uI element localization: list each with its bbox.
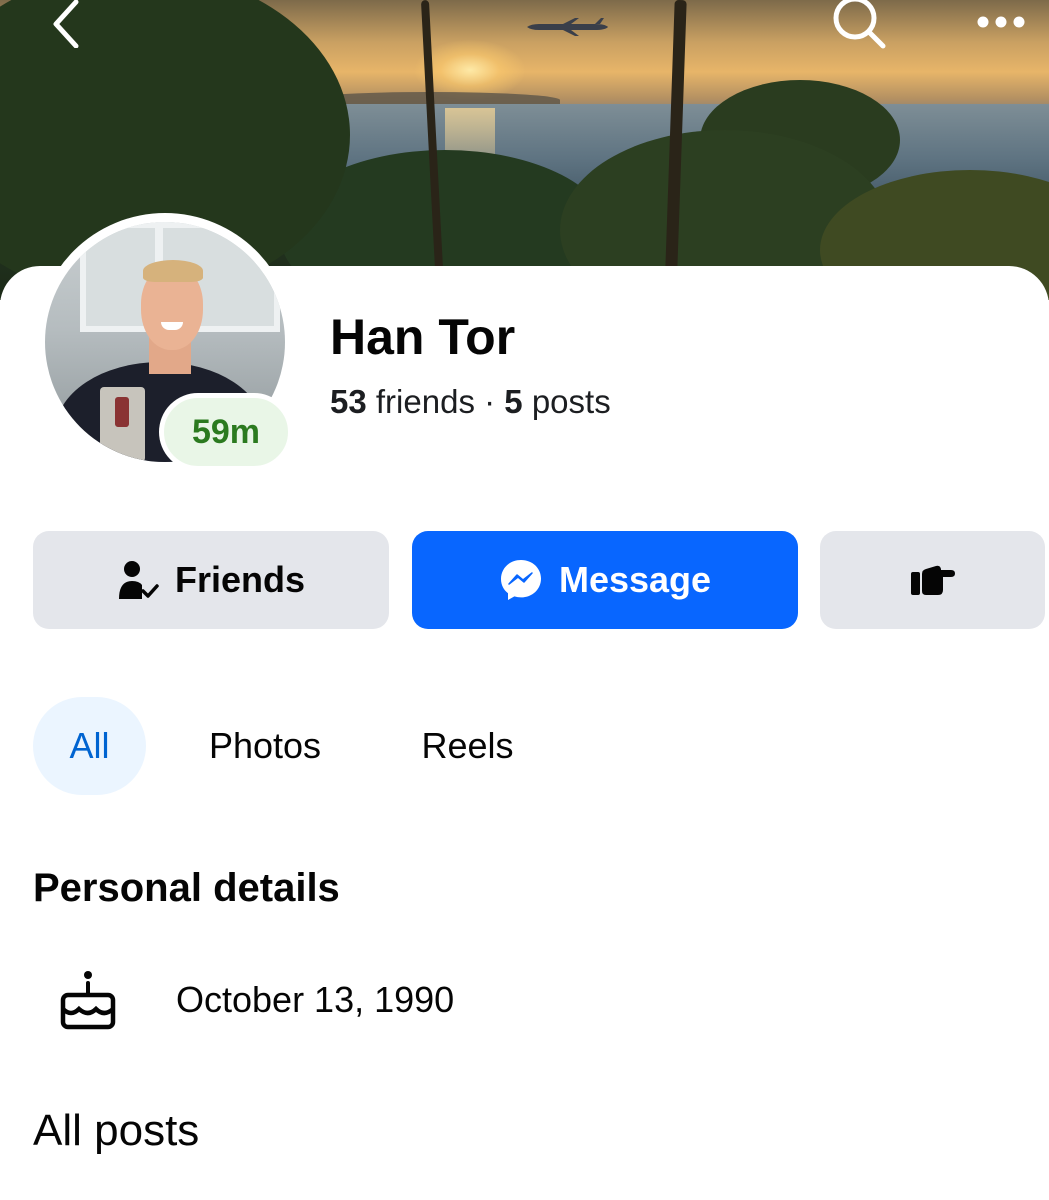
friends-count-label[interactable]: friends [376, 383, 475, 420]
more-horizontal-icon [977, 16, 1025, 28]
birthday-detail-row: October 13, 1990 [55, 965, 454, 1035]
birthday-text: October 13, 1990 [176, 979, 455, 1020]
birthday-cake-icon [55, 967, 121, 1033]
stats-separator: · [484, 383, 496, 420]
avatar-hair [143, 260, 203, 282]
posts-count: 5 [504, 383, 523, 420]
person-check-icon [118, 561, 159, 599]
message-button[interactable]: Message [412, 531, 798, 629]
posts-count-label: posts [531, 383, 611, 420]
friends-button[interactable]: Friends [33, 531, 389, 629]
profile-stats: 53 friends · 5 posts [330, 383, 611, 421]
personal-details-heading: Personal details [33, 866, 340, 910]
back-button[interactable] [42, 0, 90, 48]
tab-photos[interactable]: Photos [180, 697, 350, 795]
friends-button-label: Friends [174, 559, 306, 600]
tab-reels[interactable]: Reels [400, 697, 535, 795]
airplane-icon [527, 18, 608, 36]
avatar-shirt-print [115, 397, 129, 427]
search-button[interactable] [830, 0, 888, 50]
messenger-icon [500, 560, 541, 600]
friends-count: 53 [330, 383, 367, 420]
chevron-left-icon [53, 0, 79, 48]
profile-name: Han Tor [330, 309, 516, 365]
active-status-badge: 59m [159, 393, 293, 471]
tab-all[interactable]: All [33, 697, 146, 795]
message-button-label: Message [558, 559, 712, 600]
poke-button[interactable] [820, 531, 1045, 629]
search-icon [833, 0, 886, 49]
poke-hand-icon [910, 565, 955, 595]
all-posts-heading: All posts [33, 1106, 200, 1155]
more-options-button[interactable] [970, 2, 1032, 42]
